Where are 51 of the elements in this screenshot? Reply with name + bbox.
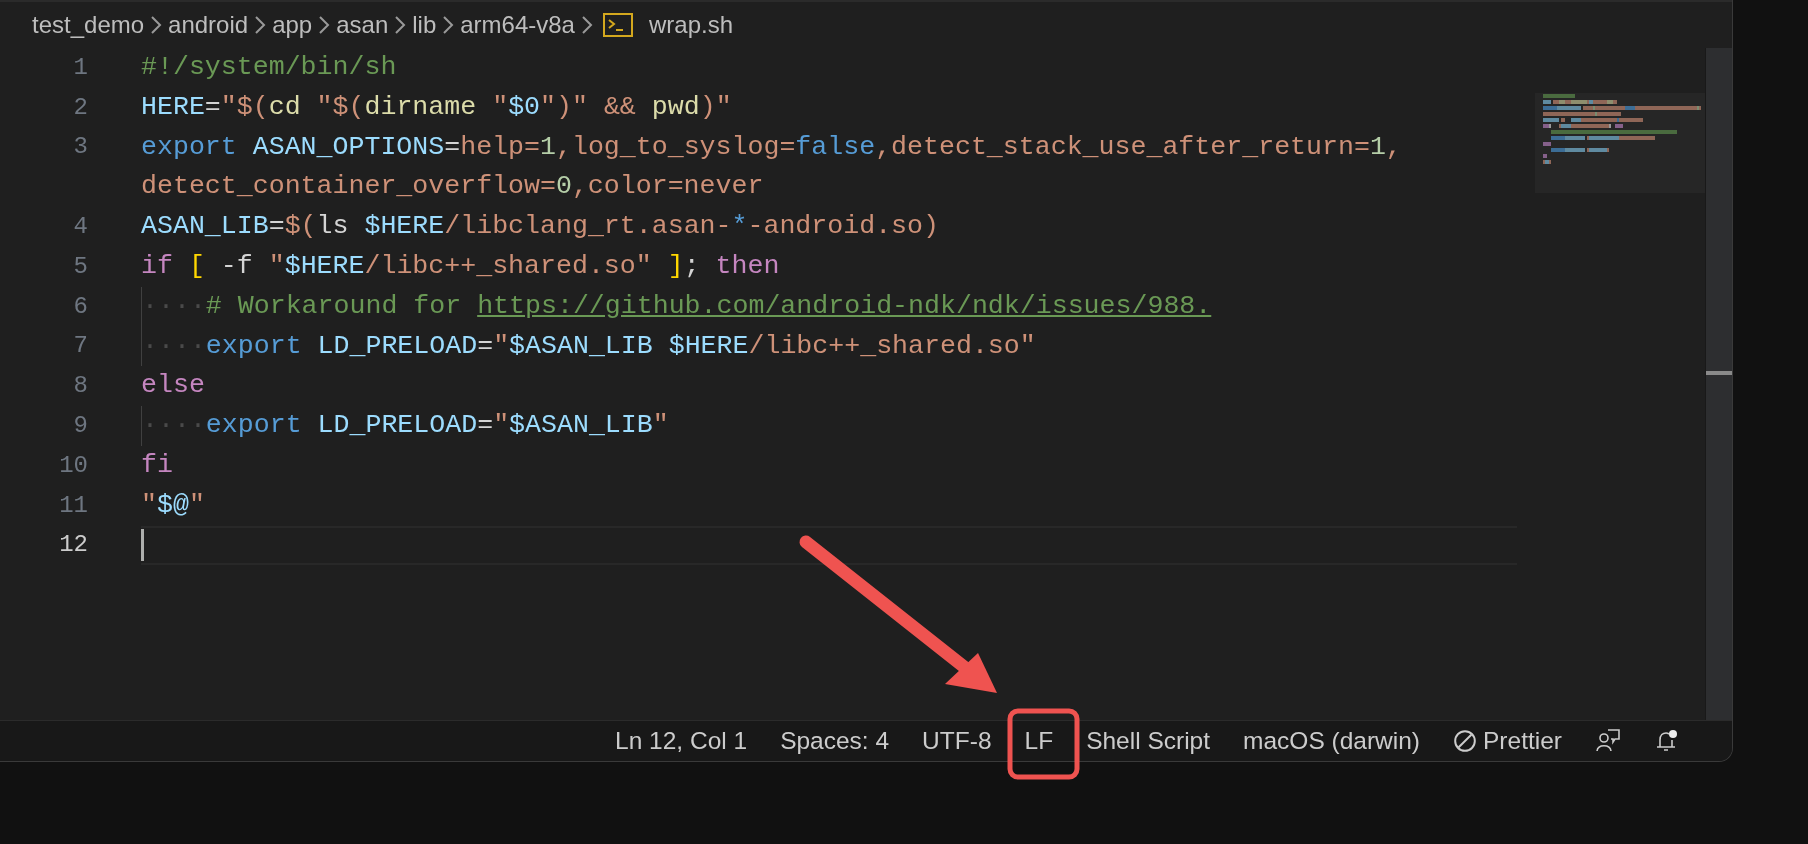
chevron-icon bbox=[150, 15, 163, 35]
code-line: if [ -f "$HERE/libc++_shared.so" ]; then bbox=[141, 249, 781, 283]
folder-breadcrumb[interactable]: app bbox=[272, 7, 313, 43]
status-item[interactable]: macOS (darwin) bbox=[1243, 722, 1421, 760]
text-cursor bbox=[141, 529, 144, 562]
no-entry-icon bbox=[1453, 729, 1478, 753]
code-line: ····export LD_PRELOAD="$ASAN_LIB $HERE/libc++_shared.so" bbox=[141, 326, 1517, 367]
code-line: ASAN_LIB=$(ls $HERE/libclang_rt.asan-*-android.so) bbox=[141, 210, 940, 244]
line-number: 10 bbox=[58, 450, 88, 481]
line-number: 9 bbox=[72, 411, 88, 442]
code-line: ····# Workaround for https://github.com/android-ndk/ndk/issues/988. bbox=[141, 286, 1517, 327]
terminal-icon bbox=[602, 13, 633, 37]
line-number: 4 bbox=[72, 212, 88, 243]
folder-breadcrumb[interactable]: asan bbox=[336, 7, 389, 43]
line-number: 3 bbox=[72, 132, 88, 163]
status-item[interactable]: Shell Script bbox=[1086, 722, 1211, 760]
folder-breadcrumb[interactable]: lib bbox=[412, 7, 437, 43]
line-number: 1 bbox=[72, 52, 88, 83]
code-line: else bbox=[141, 369, 206, 403]
folder-breadcrumb[interactable]: arm64-v8a bbox=[460, 7, 575, 43]
chevron-icon bbox=[394, 15, 407, 35]
status-item[interactable]: UTF-8 bbox=[922, 722, 992, 760]
status-item[interactable]: LF bbox=[1024, 722, 1054, 760]
code-line: fi bbox=[141, 448, 174, 482]
status-item[interactable]: Ln 12, Col 1 bbox=[615, 722, 748, 760]
code-line: #!/system/bin/sh bbox=[141, 50, 398, 84]
line-number: 5 bbox=[72, 251, 88, 282]
chevron-icon bbox=[580, 15, 593, 35]
code-link[interactable]: https://github.com/android-ndk/ndk/issues/988. bbox=[477, 286, 1212, 327]
code-line: ····export LD_PRELOAD="$ASAN_LIB" bbox=[141, 406, 1517, 446]
line-number: 2 bbox=[72, 92, 88, 123]
notification-bell-icon[interactable] bbox=[1654, 728, 1680, 754]
code-line: HERE="$(cd "$(dirname "$0")" && pwd)" bbox=[141, 90, 733, 124]
folder-breadcrumb[interactable]: test_demo bbox=[32, 7, 145, 43]
line-number: 12 bbox=[58, 530, 88, 561]
line-number: 6 bbox=[72, 291, 88, 322]
status-item[interactable]: Spaces: 4 bbox=[780, 722, 890, 760]
line-number: 8 bbox=[72, 371, 88, 402]
feedback-icon[interactable] bbox=[1595, 728, 1621, 754]
line-number: 7 bbox=[72, 331, 88, 362]
code-line: "$@" bbox=[141, 488, 206, 522]
chevron-icon bbox=[318, 15, 331, 35]
code-line: export ASAN_OPTIONS=help=1,log_to_syslog=false,detect_stack_use_after_return=1, bbox=[141, 130, 1403, 164]
chevron-icon bbox=[442, 15, 455, 35]
file-breadcrumb[interactable]: wrap.sh bbox=[648, 7, 733, 43]
scrollbar[interactable] bbox=[1705, 48, 1732, 720]
line-number: 11 bbox=[58, 490, 88, 521]
code-line: detect_container_overflow=0,color=never bbox=[141, 170, 765, 204]
prettier-status[interactable]: Prettier bbox=[1453, 722, 1562, 760]
folder-breadcrumb[interactable]: android bbox=[168, 7, 249, 43]
chevron-icon bbox=[254, 15, 267, 35]
